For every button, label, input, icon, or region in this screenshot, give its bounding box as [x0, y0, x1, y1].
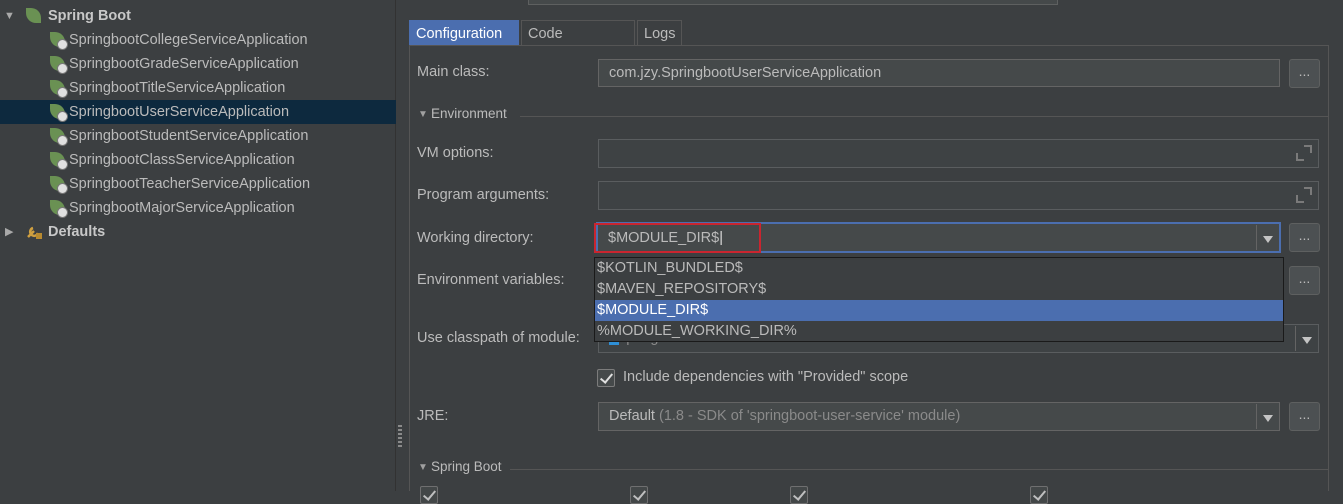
chevron-down-icon[interactable]: ▼ — [4, 4, 15, 28]
working-directory-label: Working directory: — [417, 230, 534, 246]
spring-option-checkbox[interactable] — [420, 486, 438, 504]
tree-group-spring-boot[interactable]: ▼ Spring Boot — [0, 4, 396, 28]
tree-item[interactable]: SpringbootGradeServiceApplication — [0, 52, 396, 76]
jre-label: JRE: — [417, 408, 449, 424]
chevron-down-icon[interactable] — [1295, 326, 1317, 351]
dropdown-option-selected[interactable]: $MODULE_DIR$ — [595, 300, 1283, 321]
jre-combo[interactable]: Default (1.8 - SDK of 'springboot-user-s… — [598, 402, 1280, 431]
tree-item-label: SpringbootTeacherServiceApplication — [69, 176, 311, 192]
dropdown-option[interactable]: $KOTLIN_BUNDLED$ — [595, 258, 1283, 279]
collapse-triangle-icon[interactable]: ▼ — [418, 109, 428, 120]
divider — [520, 116, 1328, 117]
environment-variables-browse-button[interactable]: ... — [1289, 266, 1320, 295]
dropdown-option[interactable]: $MAVEN_REPOSITORY$ — [595, 279, 1283, 300]
spring-boot-section[interactable]: ▼ Spring Boot — [418, 459, 1328, 479]
tree-item-label: SpringbootMajorServiceApplication — [69, 200, 295, 216]
main-class-browse-button[interactable]: ... — [1289, 59, 1320, 88]
tree-item-label: SpringbootTitleServiceApplication — [69, 80, 286, 96]
spring-option-checkbox[interactable] — [790, 486, 808, 504]
section-title: Spring Boot — [431, 459, 502, 474]
chevron-down-icon[interactable] — [1256, 404, 1278, 429]
spring-boot-app-icon — [50, 104, 68, 122]
vm-options-input[interactable] — [598, 139, 1319, 168]
tree-item-label: SpringbootUserServiceApplication — [69, 104, 290, 120]
spring-boot-app-icon — [50, 32, 68, 50]
main-class-label: Main class: — [417, 64, 490, 80]
spring-boot-icon — [26, 8, 42, 24]
chevron-down-icon[interactable] — [1256, 225, 1278, 250]
tree-item[interactable]: SpringbootStudentServiceApplication — [0, 124, 396, 148]
divider — [510, 469, 1328, 470]
dropdown-option[interactable]: %MODULE_WORKING_DIR% — [595, 321, 1283, 342]
collapse-triangle-icon[interactable]: ▼ — [418, 462, 428, 473]
highlight-box — [594, 223, 761, 253]
chevron-right-icon[interactable]: ▶ — [5, 220, 13, 244]
environment-variables-label: Environment variables: — [417, 272, 565, 288]
spring-boot-app-icon — [50, 176, 68, 194]
program-arguments-input[interactable] — [598, 181, 1319, 210]
tree-item[interactable]: SpringbootCollegeServiceApplication — [0, 28, 396, 52]
run-config-tree: ▼ Spring Boot SpringbootCollegeServiceAp… — [0, 0, 396, 491]
main-class-input[interactable]: com.jzy.SpringbootUserServiceApplication — [598, 59, 1280, 87]
classpath-label: Use classpath of module: — [417, 330, 580, 346]
expand-icon[interactable] — [1296, 145, 1312, 161]
tree-group-label: Defaults — [48, 224, 106, 240]
tree-item-label: SpringbootStudentServiceApplication — [69, 128, 309, 144]
spring-boot-app-icon — [50, 200, 68, 218]
wrench-icon — [25, 224, 43, 240]
tree-item[interactable]: SpringbootTitleServiceApplication — [0, 76, 396, 100]
tree-group-label: Spring Boot — [48, 8, 131, 24]
spring-option-checkbox[interactable] — [1030, 486, 1048, 504]
splitter-handle[interactable] — [398, 425, 402, 447]
program-arguments-label: Program arguments: — [417, 187, 550, 203]
tree-item-label: SpringbootClassServiceApplication — [69, 152, 295, 168]
expand-icon[interactable] — [1296, 187, 1312, 203]
tab-logs[interactable]: Logs — [637, 20, 682, 46]
tab-code-coverage[interactable]: Code Coverage — [521, 20, 635, 68]
working-directory-dropdown: $KOTLIN_BUNDLED$ $MAVEN_REPOSITORY$ $MOD… — [594, 257, 1284, 342]
tree-item[interactable]: SpringbootTeacherServiceApplication — [0, 172, 396, 196]
spring-boot-app-icon — [50, 56, 68, 74]
vm-options-label: VM options: — [417, 145, 494, 161]
spring-boot-app-icon — [50, 80, 68, 98]
tree-item[interactable]: SpringbootMajorServiceApplication — [0, 196, 396, 220]
spring-boot-app-icon — [50, 152, 68, 170]
tree-item-selected[interactable]: SpringbootUserServiceApplication — [0, 100, 396, 124]
tree-group-defaults[interactable]: ▶ Defaults — [0, 220, 396, 244]
include-dependencies-checkbox[interactable] — [597, 369, 615, 387]
environment-section[interactable]: ▼ Environment — [418, 106, 1328, 126]
spring-option-checkbox[interactable] — [630, 486, 648, 504]
jre-browse-button[interactable]: ... — [1289, 402, 1320, 431]
section-title: Environment — [431, 106, 507, 121]
tree-item-label: SpringbootCollegeServiceApplication — [69, 32, 308, 48]
tree-item-label: SpringbootGradeServiceApplication — [69, 56, 299, 72]
jre-detail: (1.8 - SDK of 'springboot-user-service' … — [658, 408, 961, 424]
name-field[interactable] — [528, 0, 1058, 5]
tab-configuration[interactable]: Configuration — [409, 20, 519, 46]
jre-value: Default — [609, 408, 655, 424]
include-dependencies-label: Include dependencies with "Provided" sco… — [623, 369, 909, 385]
working-directory-browse-button[interactable]: ... — [1289, 223, 1320, 252]
spring-boot-app-icon — [50, 128, 68, 146]
tree-item[interactable]: SpringbootClassServiceApplication — [0, 148, 396, 172]
